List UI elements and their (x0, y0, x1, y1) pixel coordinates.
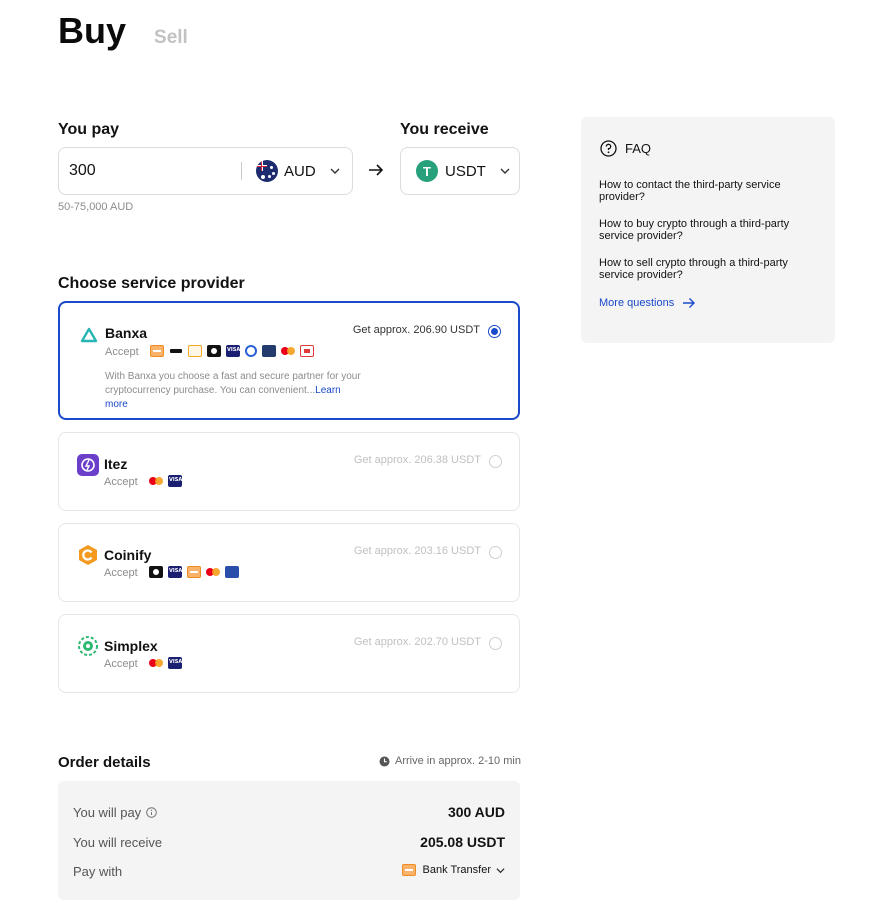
provider-name: Banxa (105, 325, 148, 341)
pay-id-icon (262, 345, 276, 357)
banxa-logo-icon (80, 327, 98, 343)
arrow-right-icon (369, 164, 384, 176)
payment-methods (149, 566, 239, 578)
provider-radio[interactable] (488, 325, 501, 338)
more-questions-link[interactable]: More questions (599, 297, 696, 309)
provider-card-banxa[interactable]: Banxa Accept Get approx. 206.90 USDT Wit… (58, 301, 520, 420)
info-icon[interactable] (146, 807, 157, 818)
mastercard-icon (149, 475, 163, 487)
bank-transfer-icon (401, 864, 416, 876)
chevron-down-icon (330, 168, 340, 174)
mastercard-icon (149, 657, 163, 669)
faq-panel: FAQ How to contact the third-party servi… (581, 117, 835, 343)
input-divider (241, 162, 242, 180)
you-pay-label: You pay (58, 121, 120, 138)
visa-icon (168, 475, 182, 487)
pay-currency-select[interactable]: AUD (256, 160, 340, 182)
pay-with-select[interactable]: Bank Transfer (401, 864, 505, 876)
provider-name: Simplex (104, 638, 158, 654)
faq-question[interactable]: How to sell crypto through a third-party… (599, 257, 809, 281)
arrive-time: Arrive in approx. 2-10 min (379, 755, 521, 767)
accept-label: Accept (104, 658, 138, 670)
wallet-icon (188, 345, 202, 357)
mastercard-icon (281, 345, 295, 357)
poli-icon (300, 345, 314, 357)
pay-amount-box: AUD (58, 147, 353, 195)
pay-with-value: Bank Transfer (422, 864, 491, 876)
visa-icon (168, 657, 182, 669)
provider-card-itez[interactable]: Itez Accept Get approx. 206.38 USDT (58, 432, 520, 511)
you-will-receive-value: 205.08 USDT (420, 834, 505, 850)
visa-icon (226, 345, 240, 357)
payment-methods (149, 657, 182, 669)
coinify-logo-icon (79, 545, 97, 565)
pay-range-hint: 50-75,000 AUD (58, 201, 134, 213)
visa-icon (168, 566, 182, 578)
you-will-pay-label: You will pay (73, 805, 142, 820)
simplex-logo-icon (78, 636, 98, 656)
faq-question[interactable]: How to buy crypto through a third-party … (599, 218, 809, 242)
accept-label: Accept (105, 346, 139, 358)
faq-question[interactable]: How to contact the third-party service p… (599, 179, 809, 203)
australia-flag-icon (256, 160, 278, 182)
clock-icon (379, 756, 390, 766)
you-receive-label: You receive (400, 121, 489, 138)
arrow-right-icon (683, 298, 696, 308)
bank-transfer-icon (187, 566, 201, 578)
chevron-down-icon (496, 867, 505, 873)
provider-approx-amount: Get approx. 206.38 USDT (353, 454, 481, 466)
payment-methods (149, 475, 182, 487)
receive-currency-code: USDT (445, 162, 486, 180)
sepa-icon (225, 566, 239, 578)
bank-transfer-icon (150, 345, 164, 357)
card-icon (169, 345, 183, 357)
provider-approx-amount: Get approx. 203.16 USDT (353, 545, 481, 557)
apple-pay-icon (207, 345, 221, 357)
you-will-pay-row: You will pay (73, 805, 157, 820)
pay-currency-code: AUD (284, 162, 316, 180)
provider-card-coinify[interactable]: Coinify Accept Get approx. 203.16 USDT (58, 523, 520, 602)
pay-with-label: Pay with (73, 864, 123, 879)
payment-methods (150, 345, 314, 357)
arrive-text: Arrive in approx. 2-10 min (395, 755, 521, 767)
provider-radio[interactable] (489, 546, 502, 559)
buy-sell-tabs: Buy Sell (58, 10, 188, 52)
order-details-panel: You will pay 300 AUD You will receive 20… (58, 781, 520, 900)
accept-label: Accept (104, 567, 138, 579)
question-circle-icon (600, 140, 617, 157)
tether-icon: T (416, 160, 438, 182)
chevron-down-icon (500, 168, 510, 174)
provider-radio[interactable] (489, 637, 502, 650)
you-will-receive-label: You will receive (73, 835, 163, 850)
mastercard-icon (206, 566, 220, 578)
google-pay-icon (245, 345, 257, 357)
more-questions-label: More questions (599, 297, 675, 309)
tab-sell[interactable]: Sell (154, 27, 188, 49)
provider-description: With Banxa you choose a fast and secure … (105, 370, 365, 412)
tab-buy[interactable]: Buy (58, 10, 126, 52)
provider-name: Itez (104, 456, 128, 472)
faq-header: FAQ (600, 140, 651, 157)
description-ellipsis: ... (306, 385, 316, 396)
provider-card-simplex[interactable]: Simplex Accept Get approx. 202.70 USDT (58, 614, 520, 693)
you-will-pay-value: 300 AUD (447, 804, 505, 820)
faq-title: FAQ (625, 141, 652, 156)
order-details-title: Order details (58, 754, 151, 771)
provider-radio[interactable] (489, 455, 502, 468)
pay-amount-input[interactable] (69, 162, 239, 180)
choose-provider-title: Choose service provider (58, 275, 245, 292)
receive-currency-select[interactable]: T USDT (400, 147, 520, 195)
provider-approx-amount: Get approx. 202.70 USDT (353, 636, 481, 648)
itez-logo-icon (77, 454, 99, 476)
provider-name: Coinify (104, 547, 152, 563)
apple-pay-icon (149, 566, 163, 578)
provider-approx-amount: Get approx. 206.90 USDT (352, 324, 480, 336)
accept-label: Accept (104, 476, 138, 488)
